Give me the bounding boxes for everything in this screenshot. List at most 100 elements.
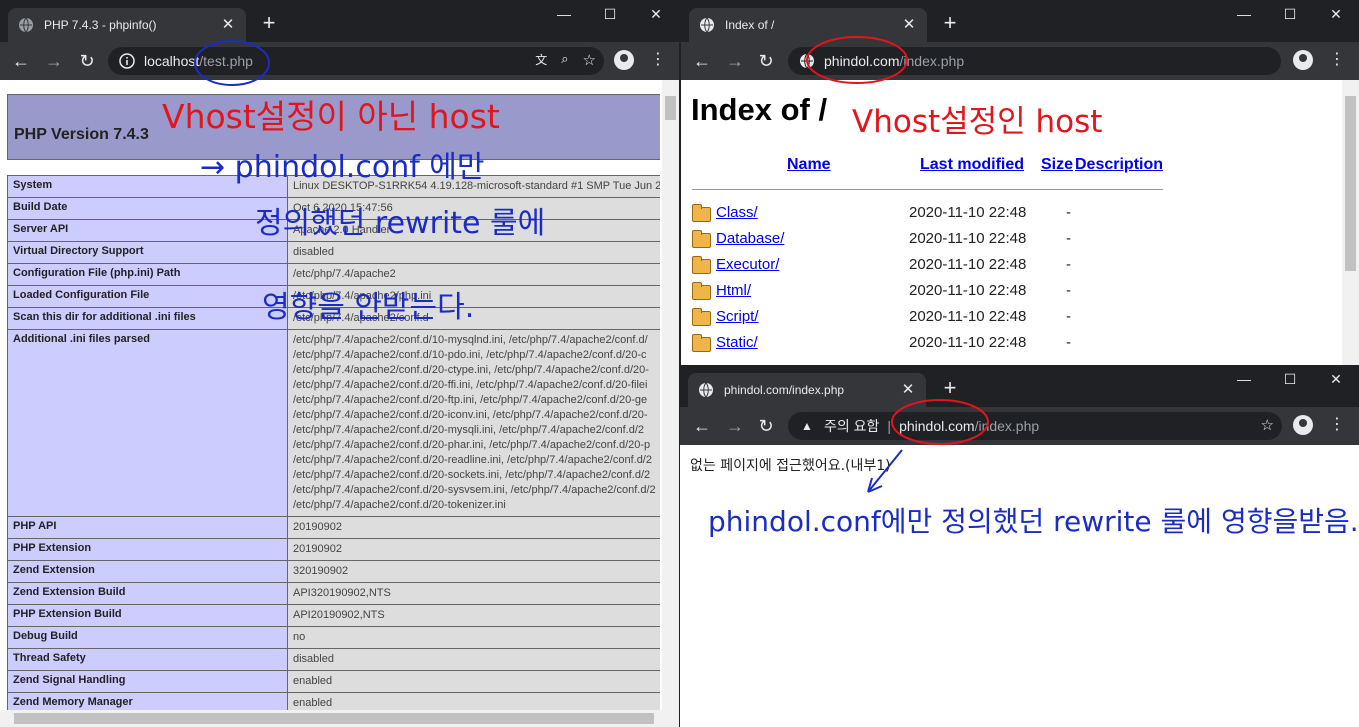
- address-bar[interactable]: ▲ 주의 요함 | phindol.com/index.php ☆: [788, 412, 1282, 440]
- phpinfo-value-line: 320190902: [293, 565, 349, 577]
- directory-link[interactable]: Html/: [716, 282, 751, 299]
- size: -: [1066, 282, 1071, 299]
- scrollbar-thumb[interactable]: [14, 713, 654, 724]
- profile-avatar-icon[interactable]: [1293, 415, 1313, 435]
- size: -: [1066, 308, 1071, 325]
- phpinfo-value-line: /etc/php/7.4/apache2/conf.d/20-mysqli.in…: [293, 424, 645, 436]
- phpinfo-row: Zend Extension 320190902: [7, 560, 660, 583]
- phpinfo-row: Build Date Oct 6 2020 15:47:56: [7, 197, 660, 220]
- phpinfo-value: Linux DESKTOP-S1RRK54 4.19.128-microsoft…: [287, 175, 660, 198]
- directory-link[interactable]: Script/: [716, 308, 759, 325]
- back-button[interactable]: ←: [691, 50, 713, 72]
- minimize-button[interactable]: —: [1221, 365, 1267, 395]
- vertical-scrollbar[interactable]: [662, 80, 679, 710]
- column-name-link[interactable]: Name: [787, 156, 831, 174]
- maximize-button[interactable]: ☐: [1267, 0, 1313, 30]
- directory-link[interactable]: Static/: [716, 334, 758, 351]
- close-tab-icon[interactable]: ✕: [900, 382, 916, 398]
- directory-row: Class/2020-11-10 22:48 -: [692, 202, 1172, 224]
- address-bar[interactable]: phindol.com/index.php: [788, 47, 1281, 75]
- bookmark-star-icon[interactable]: ☆: [1261, 416, 1274, 434]
- phpinfo-key: PHP Extension Build: [7, 604, 288, 627]
- maximize-button[interactable]: ☐: [1267, 365, 1313, 395]
- profile-avatar-icon[interactable]: [1293, 50, 1313, 70]
- security-label[interactable]: 주의 요함: [824, 416, 879, 436]
- warning-icon[interactable]: ▲: [798, 417, 816, 435]
- reload-button[interactable]: ↻: [755, 415, 777, 437]
- phpinfo-key: Server API: [7, 219, 288, 242]
- phpinfo-key: PHP API: [7, 516, 288, 539]
- back-button[interactable]: ←: [691, 415, 713, 437]
- phpinfo-value-line: enabled: [293, 697, 333, 709]
- directory-row: Database/2020-11-10 22:48 -: [692, 228, 1172, 250]
- phpinfo-value-line: /etc/php/7.4/apache2/conf.d/20-phar.ini,…: [293, 439, 651, 451]
- directory-link[interactable]: Database/: [716, 230, 784, 247]
- phpinfo-value-line: /etc/php/7.4/apache2/conf.d/20-ctype.ini…: [293, 364, 649, 376]
- toolbar: ← → ↻ phindol.com/index.php ⋮: [681, 42, 1359, 80]
- close-tab-icon[interactable]: ✕: [901, 17, 917, 33]
- phpinfo-value-line: /etc/php/7.4/apache2/php.ini: [293, 290, 432, 302]
- address-bar[interactable]: localhost/test.php 文 ⌕ ☆: [108, 47, 604, 75]
- maximize-button[interactable]: ☐: [587, 0, 633, 30]
- phpinfo-row: System Linux DESKTOP-S1RRK54 4.19.128-mic…: [7, 175, 660, 198]
- bookmark-star-icon[interactable]: ☆: [583, 51, 596, 69]
- minimize-button[interactable]: —: [541, 0, 587, 30]
- globe-icon: [698, 382, 714, 398]
- phpinfo-row: Zend Extension Build API320190902,NTS: [7, 582, 660, 605]
- profile-avatar-icon[interactable]: [614, 50, 634, 70]
- menu-kebab-icon[interactable]: ⋮: [1327, 50, 1347, 70]
- phpinfo-key: Zend Memory Manager: [7, 692, 288, 710]
- column-description-link[interactable]: Description: [1075, 156, 1163, 174]
- close-window-button[interactable]: ✕: [1313, 365, 1359, 395]
- phpinfo-row: Configuration File (php.ini) Path/etc/ph…: [7, 263, 660, 286]
- menu-kebab-icon[interactable]: ⋮: [648, 50, 668, 70]
- translate-icon[interactable]: 文: [535, 51, 547, 69]
- last-modified: 2020-11-10 22:48: [909, 308, 1027, 325]
- back-button[interactable]: ←: [10, 50, 32, 72]
- last-modified: 2020-11-10 22:48: [909, 334, 1027, 351]
- reload-button[interactable]: ↻: [755, 50, 777, 72]
- directory-link[interactable]: Class/: [716, 204, 758, 221]
- phpinfo-key: Zend Extension: [7, 560, 288, 583]
- last-modified: 2020-11-10 22:48: [909, 204, 1027, 221]
- new-tab-button[interactable]: +: [938, 377, 962, 401]
- horizontal-scrollbar[interactable]: [0, 710, 679, 727]
- tab-title: phindol.com/index.php: [724, 383, 845, 397]
- tab-index-of[interactable]: Index of / ✕: [689, 8, 927, 42]
- reload-button[interactable]: ↻: [76, 50, 98, 72]
- scrollbar-thumb[interactable]: [665, 96, 676, 120]
- globe-icon[interactable]: [798, 52, 816, 70]
- new-tab-button[interactable]: +: [257, 12, 281, 36]
- url-path: /test.php: [199, 53, 253, 69]
- column-modified-link[interactable]: Last modified: [920, 156, 1024, 174]
- new-tab-button[interactable]: +: [938, 12, 962, 36]
- info-icon[interactable]: [118, 52, 136, 70]
- scrollbar-thumb[interactable]: [1345, 96, 1356, 271]
- close-tab-icon[interactable]: ✕: [220, 17, 236, 33]
- forward-button[interactable]: →: [43, 50, 65, 72]
- phpinfo-key: Build Date: [7, 197, 288, 220]
- directory-link[interactable]: Executor/: [716, 256, 779, 273]
- forward-button[interactable]: →: [724, 415, 746, 437]
- phpinfo-row: Zend Memory Manager enabled: [7, 692, 660, 710]
- forward-button[interactable]: →: [724, 50, 746, 72]
- tab-phindol[interactable]: phindol.com/index.php ✕: [688, 373, 926, 407]
- size: -: [1066, 204, 1071, 221]
- zoom-icon[interactable]: ⌕: [561, 51, 568, 69]
- window-controls: — ☐ ✕: [541, 0, 679, 30]
- phpinfo-value-line: Oct 6 2020 15:47:56: [293, 202, 393, 214]
- tab-phpinfo[interactable]: PHP 7.4.3 - phpinfo() ✕: [8, 8, 246, 42]
- column-size-link[interactable]: Size: [1041, 156, 1073, 174]
- folder-icon: [692, 282, 711, 300]
- close-window-button[interactable]: ✕: [633, 0, 679, 30]
- index-heading: Index of /: [691, 92, 828, 127]
- phpinfo-key: Additional .ini files parsed: [7, 329, 288, 517]
- phpinfo-key: Thread Safety: [7, 648, 288, 671]
- phpinfo-key: Loaded Configuration File: [7, 285, 288, 308]
- minimize-button[interactable]: —: [1221, 0, 1267, 30]
- vertical-scrollbar[interactable]: [1342, 80, 1359, 365]
- left-browser-window: PHP 7.4.3 - phpinfo() ✕ + — ☐ ✕ ← → ↻ lo…: [0, 0, 679, 727]
- menu-kebab-icon[interactable]: ⋮: [1327, 415, 1347, 435]
- close-window-button[interactable]: ✕: [1313, 0, 1359, 30]
- phpinfo-key: Scan this dir for additional .ini files: [7, 307, 288, 330]
